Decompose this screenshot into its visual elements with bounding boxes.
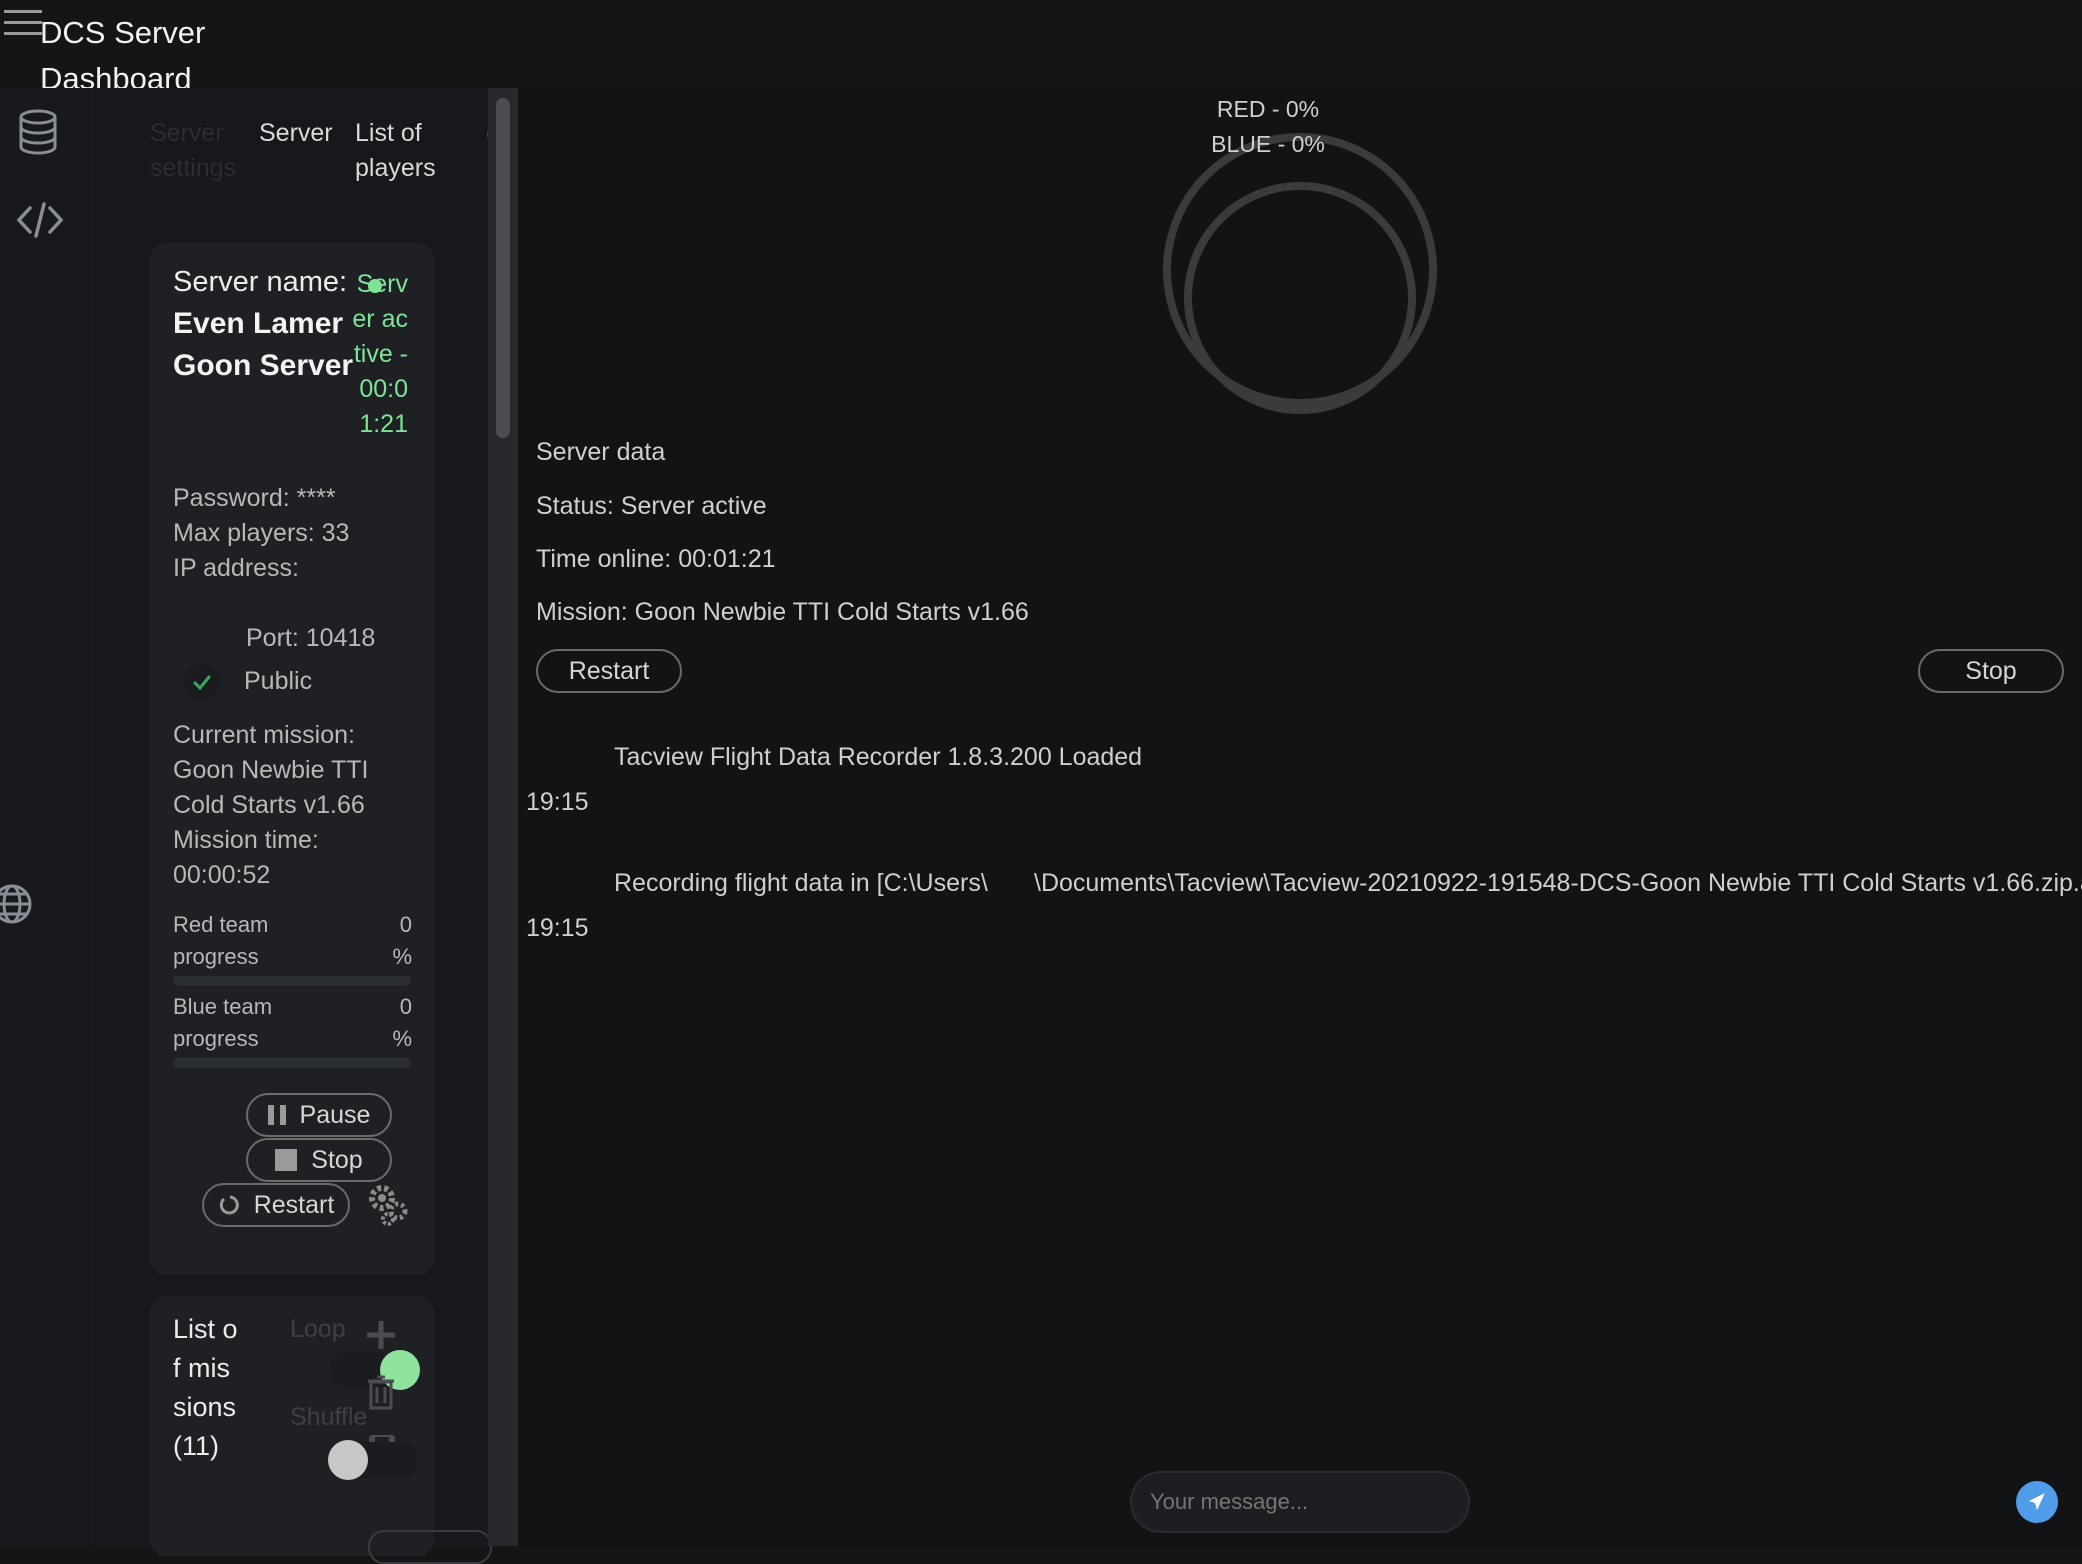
current-mission-value: Goon Newbie TTI Cold Starts v1.66 — [173, 756, 369, 819]
scrollbar-thumb[interactable] — [496, 98, 510, 438]
gears-icon[interactable] — [364, 1181, 412, 1229]
check-icon — [193, 675, 211, 691]
restart-button[interactable]: Restart — [202, 1183, 350, 1227]
stop-button[interactable]: Stop — [246, 1138, 392, 1182]
shuffle-label: Shuffle — [290, 1403, 368, 1431]
blue-progress-label: Blue team progress — [173, 994, 273, 1051]
shuffle-toggle[interactable] — [328, 1440, 418, 1480]
blue-progress-bar — [173, 1058, 411, 1068]
send-icon — [2029, 1493, 2045, 1510]
blue-progress-value: 0 % — [392, 994, 412, 1051]
status-text: Status: Server active — [536, 492, 767, 520]
mission-row-button[interactable] — [368, 1530, 492, 1564]
log-message-left: Recording flight data in [C:\Users\ — [614, 869, 988, 897]
time-online-text: Time online: 00:01:21 — [536, 545, 776, 573]
mission-text: Mission: Goon Newbie TTI Cold Starts v1.… — [536, 598, 1029, 626]
port-text: Port: 10418 — [246, 624, 376, 652]
log-message-right: \Documents\Tacview\Tacview-20210922-1915… — [1034, 869, 2082, 897]
tab-server[interactable]: Server — [259, 116, 333, 151]
ip-address-label: IP address: — [173, 554, 300, 582]
main-panel: RED - 0% BLUE - 0% Server data Status: S… — [518, 88, 2082, 1546]
blue-ring — [1184, 182, 1416, 414]
missions-card: List of missions (11) Loop Shuffle — [150, 1296, 434, 1556]
server-data-title: Server data — [536, 438, 666, 466]
max-players-text: Max players: 33 — [173, 519, 350, 547]
tab-list-of-players[interactable]: List of players — [355, 116, 445, 186]
plus-icon[interactable] — [364, 1318, 398, 1352]
server-name-value: Even Lamer Goon Server — [173, 307, 354, 382]
main-restart-button[interactable]: Restart — [536, 649, 682, 693]
stop-icon — [275, 1149, 298, 1171]
password-text: Password: **** — [173, 484, 336, 512]
database-icon[interactable] — [16, 108, 64, 156]
log-time: 19:15 — [526, 914, 589, 942]
pause-button[interactable]: Pause — [246, 1093, 392, 1137]
server-name-label: Server name: — [173, 266, 348, 298]
icon-rail — [0, 88, 94, 1546]
pause-icon — [267, 1105, 286, 1125]
public-label: Public — [244, 667, 313, 695]
red-progress-label: Red team progress — [173, 912, 269, 969]
trash-icon[interactable] — [366, 1374, 396, 1410]
top-bar — [0, 0, 2082, 88]
red-progress-value: 0 % — [392, 912, 412, 969]
main-stop-button[interactable]: Stop — [1918, 649, 2064, 693]
status-badge: Server active - 00:01:21 — [352, 270, 408, 438]
stop-label: Stop — [311, 1145, 363, 1174]
loop-label: Loop — [290, 1315, 346, 1343]
current-mission-label: Current mission: — [173, 721, 355, 749]
globe-icon[interactable] — [0, 882, 38, 930]
mission-time-label: Mission time: — [173, 826, 319, 854]
restart-label: Restart — [253, 1190, 335, 1219]
hamburger-icon[interactable] — [4, 10, 42, 40]
restart-icon — [219, 1195, 239, 1215]
red-progress-bar — [173, 976, 411, 986]
code-icon[interactable] — [16, 200, 64, 248]
pause-label: Pause — [299, 1100, 371, 1129]
server-card: Server name: Even Lamer Goon Server Serv… — [150, 243, 434, 1275]
send-button[interactable] — [2016, 1481, 2058, 1523]
tab-server-settings[interactable]: Server settings — [150, 116, 240, 186]
tab-bar: Server settings Server List of players ( — [150, 116, 494, 226]
log-message: Tacview Flight Data Recorder 1.8.3.200 L… — [614, 743, 1143, 771]
mission-time-value: 00:00:52 — [173, 861, 271, 889]
donut-red-label: RED - 0% — [1216, 96, 1320, 122]
message-input[interactable] — [1130, 1471, 1470, 1533]
donut-blue-label: BLUE - 0% — [1211, 131, 1325, 157]
log-time: 19:15 — [526, 788, 589, 816]
public-checkbox[interactable] — [184, 664, 220, 700]
shuffle-toggle-knob — [328, 1440, 368, 1480]
missions-title: List of missions (11) — [173, 1314, 238, 1461]
